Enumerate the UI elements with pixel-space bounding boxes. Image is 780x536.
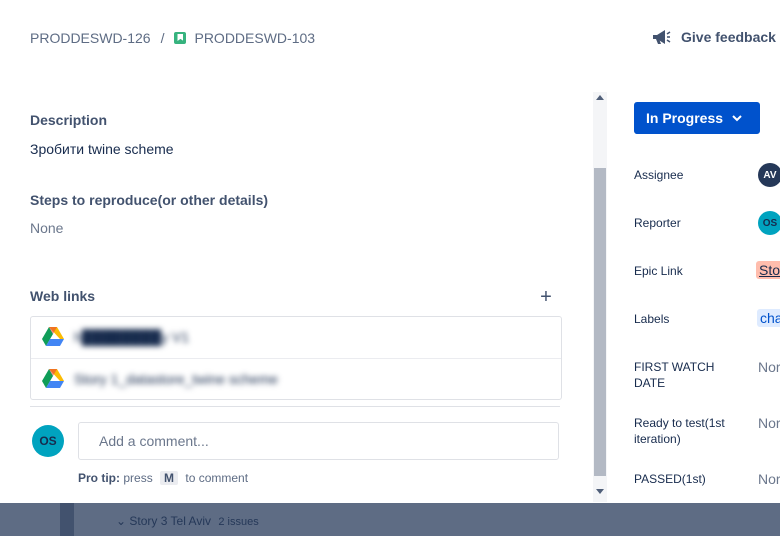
steps-value[interactable]: None xyxy=(30,220,63,236)
backdrop-issue-label: Story 3 Tel Aviv xyxy=(129,514,212,528)
google-drive-icon xyxy=(42,327,64,346)
web-link-text[interactable]: h████████y V1 xyxy=(74,329,189,345)
breadcrumb: PRODDESWD-126 / PRODDESWD-103 xyxy=(30,30,315,46)
breadcrumb-separator: / xyxy=(160,30,165,46)
field-label-passed: PASSED(1st) xyxy=(634,472,706,486)
assignee-avatar[interactable]: AV xyxy=(758,163,780,187)
protip-label: Pro tip: xyxy=(78,471,120,485)
give-feedback-button[interactable]: Give feedback xyxy=(651,28,776,46)
field-label-ready-to-test: Ready to test(1st iteration) xyxy=(634,416,725,446)
field-label-first-watch-date: FIRST WATCH DATE xyxy=(634,360,715,390)
field-label-epic-link: Epic Link xyxy=(634,264,683,278)
megaphone-icon xyxy=(653,30,671,44)
status-label: In Progress xyxy=(646,110,724,126)
avatar: OS xyxy=(32,425,64,457)
scrollbar[interactable] xyxy=(593,92,607,502)
field-label-reporter: Reporter xyxy=(634,216,681,230)
breadcrumb-current[interactable]: PRODDESWD-103 xyxy=(194,30,315,46)
web-link-item[interactable]: h████████y V1 xyxy=(31,317,561,357)
comment-input[interactable]: Add a comment... xyxy=(78,422,559,460)
add-web-link-button[interactable]: + xyxy=(537,287,555,307)
description-heading: Description xyxy=(30,112,108,128)
chevron-down-icon xyxy=(732,115,742,122)
epic-link-tag[interactable]: Sto xyxy=(756,261,780,279)
scrollbar-thumb[interactable] xyxy=(594,168,606,476)
protip: Pro tip: press M to comment xyxy=(78,471,248,485)
protip-suffix: to comment xyxy=(185,471,249,485)
divider xyxy=(30,406,560,407)
steps-heading: Steps to reproduce(or other details) xyxy=(30,192,269,208)
backdrop-stripe xyxy=(60,503,74,536)
status-button[interactable]: In Progress xyxy=(634,102,760,134)
issue-modal: PRODDESWD-126 / PRODDESWD-103 Give feedb… xyxy=(0,0,780,503)
story-icon xyxy=(174,32,187,44)
web-links-heading: Web links xyxy=(30,288,96,304)
board-backdrop: ⌄ Story 3 Tel Aviv 2 issues xyxy=(0,503,780,536)
protip-press: press xyxy=(123,471,153,485)
first-watch-date-value[interactable]: Nor xyxy=(758,359,780,375)
shortcut-key: M xyxy=(160,471,179,485)
web-link-item[interactable]: Story 1_datastore_twine scheme xyxy=(31,358,561,399)
web-link-text[interactable]: Story 1_datastore_twine scheme xyxy=(74,371,278,387)
label-tag[interactable]: cha xyxy=(757,309,780,327)
web-links-list: h████████y V1 Story 1_datastore_twine sc… xyxy=(30,316,562,400)
field-label-assignee: Assignee xyxy=(634,168,684,182)
scroll-up-icon[interactable] xyxy=(596,95,604,100)
breadcrumb-parent[interactable]: PRODDESWD-126 xyxy=(30,30,151,46)
description-text[interactable]: Зробити twine scheme xyxy=(30,141,174,157)
field-label-labels: Labels xyxy=(634,312,670,326)
google-drive-icon xyxy=(42,369,64,388)
give-feedback-label: Give feedback xyxy=(681,29,776,45)
ready-to-test-value[interactable]: Nor xyxy=(758,415,780,431)
chevron-down-icon: ⌄ xyxy=(116,514,127,528)
reporter-avatar[interactable]: OS xyxy=(758,211,780,235)
backdrop-issue-count: 2 issues xyxy=(218,516,259,528)
backdrop-epic-group[interactable]: ⌄ Story 3 Tel Aviv 2 issues xyxy=(116,514,259,528)
passed-value[interactable]: Nor xyxy=(758,471,780,487)
scroll-down-icon[interactable] xyxy=(596,489,604,494)
